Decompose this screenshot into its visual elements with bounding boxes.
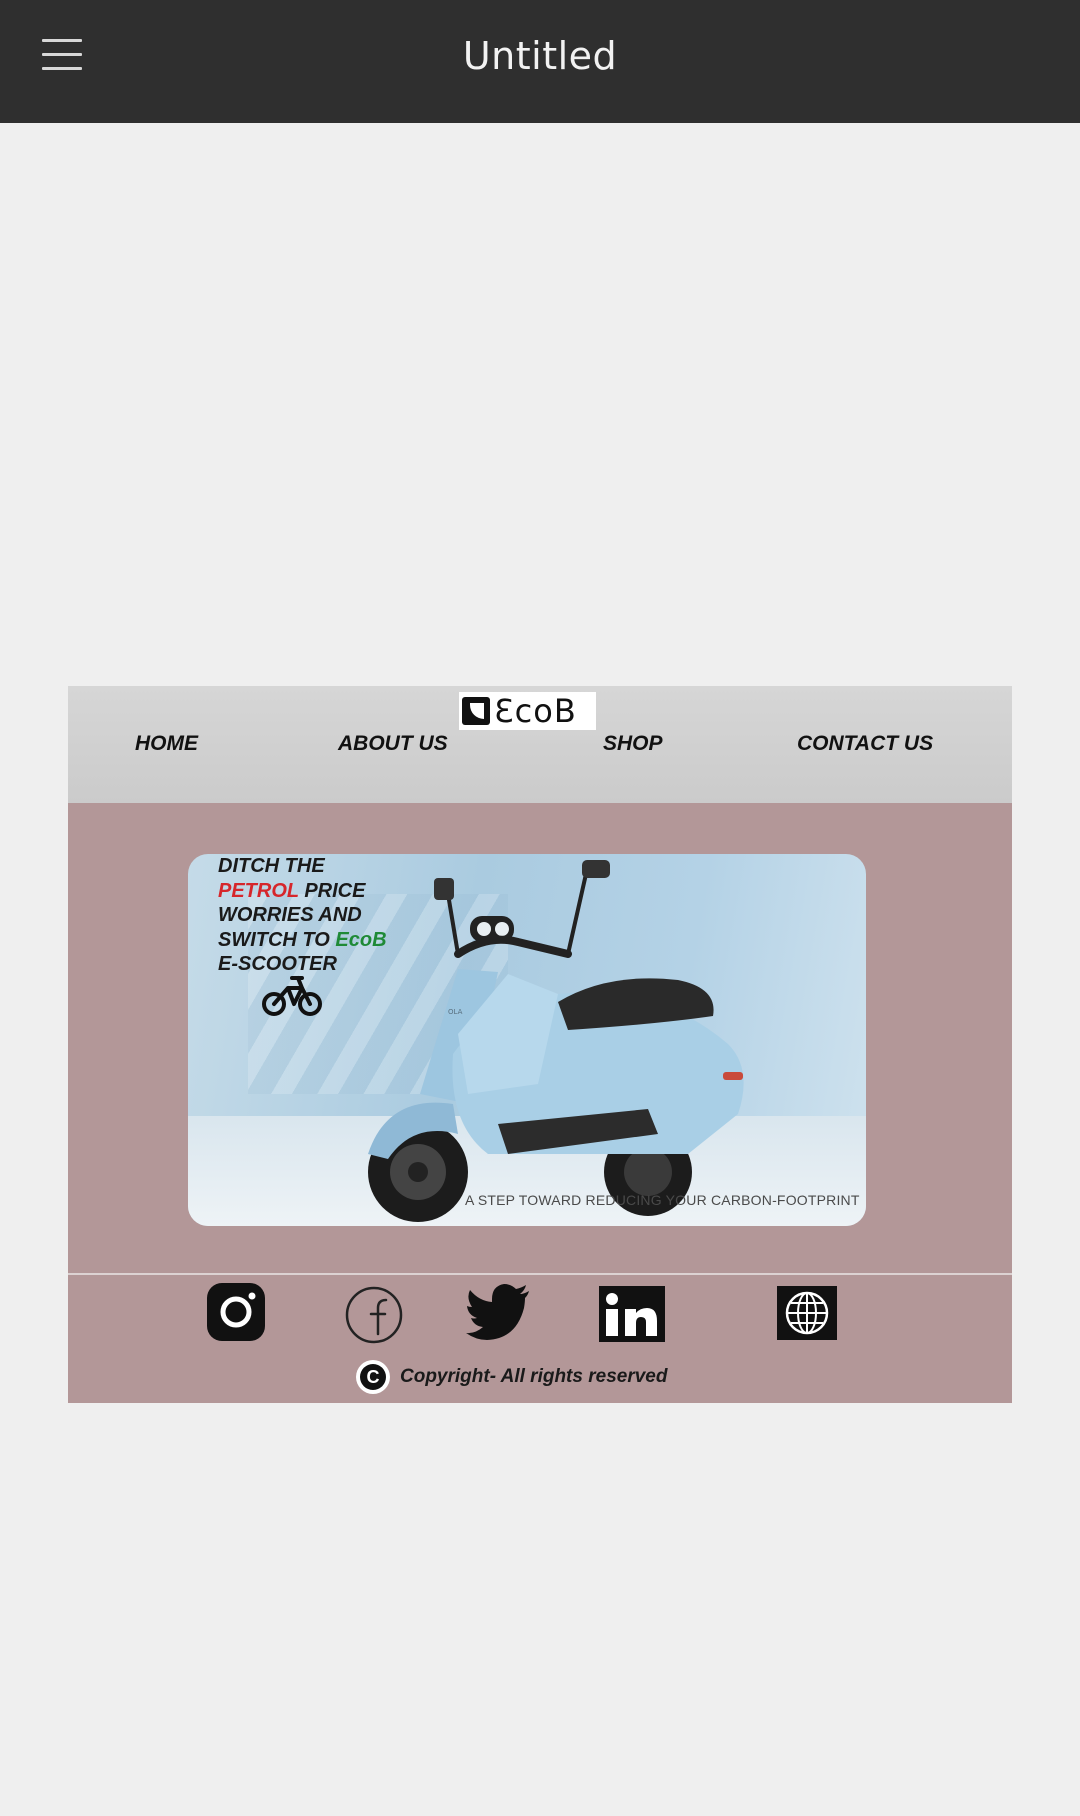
nav-contact-us-link[interactable]: CONTACT US — [797, 732, 933, 756]
copyright-icon: C — [356, 1360, 390, 1394]
hero-line-4: SWITCH TO — [218, 928, 336, 951]
scooter-image: OLA — [368, 860, 744, 1222]
site-navbar: ƐcoB HOME ABOUT US SHOP CONTACT US — [68, 686, 1012, 803]
logo-mark-icon — [462, 697, 490, 725]
logo-text: ƐcoB — [494, 692, 577, 730]
facebook-icon[interactable] — [345, 1286, 403, 1344]
instagram-icon[interactable] — [207, 1283, 265, 1341]
hero-banner: DITCH THE PETROL PRICE WORRIES AND SWITC… — [188, 854, 866, 1226]
nav-shop-link[interactable]: SHOP — [603, 732, 663, 756]
website-preview: ƐcoB HOME ABOUT US SHOP CONTACT US DITCH… — [68, 686, 1012, 1403]
footer-divider — [68, 1273, 1012, 1275]
linkedin-icon[interactable] — [599, 1286, 665, 1342]
copyright-notice: C Copyright- All rights reserved — [356, 1360, 667, 1394]
page-title: Untitled — [462, 34, 618, 78]
hero-line-2: PRICE — [298, 879, 366, 902]
twitter-icon[interactable] — [466, 1284, 532, 1342]
globe-icon[interactable] — [777, 1286, 837, 1340]
ecob-logo[interactable]: ƐcoB — [459, 692, 596, 730]
nav-about-us-link[interactable]: ABOUT US — [338, 732, 448, 756]
hero-tagline: A STEP TOWARD REDUCING YOUR CARBON-FOOTP… — [465, 1192, 860, 1208]
scooter-brand-label: OLA — [448, 1008, 463, 1016]
nav-home-link[interactable]: HOME — [135, 732, 198, 756]
copyright-text: Copyright- All rights reserved — [400, 1366, 668, 1387]
bicycle-icon — [262, 976, 322, 1016]
hero-petrol-word: PETROL — [218, 879, 299, 902]
app-bar: Untitled — [0, 0, 1080, 123]
